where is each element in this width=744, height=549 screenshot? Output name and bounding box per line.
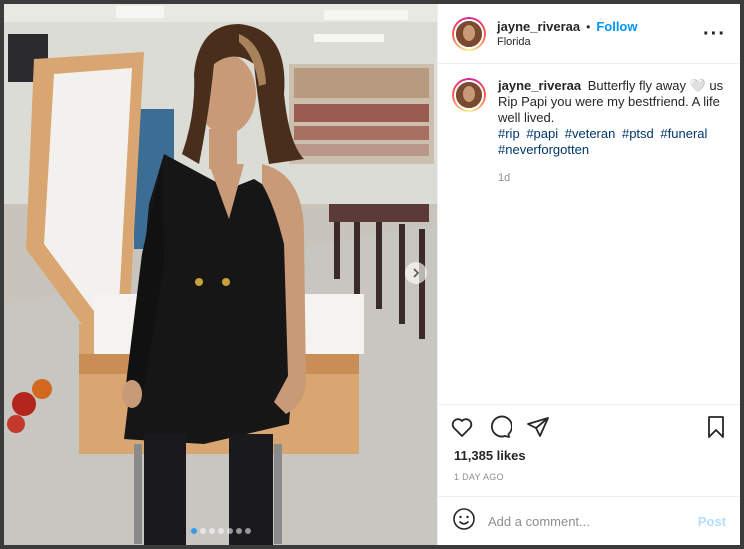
add-comment-bar: Post — [438, 497, 740, 545]
post-photo[interactable] — [4, 4, 437, 545]
avatar[interactable] — [452, 16, 486, 51]
carousel-dots — [4, 528, 437, 534]
more-options-icon[interactable]: ··· — [703, 24, 726, 44]
separator-dot: • — [586, 19, 591, 34]
comment-bubble-icon[interactable] — [488, 415, 512, 439]
username-link[interactable]: jayne_riveraa — [497, 19, 580, 34]
caption-comment: jayne_riveraa Butterfly fly away 🤍 us Ri… — [452, 78, 726, 186]
carousel-dot — [208, 528, 215, 534]
carousel-dot — [190, 528, 197, 534]
bookmark-icon[interactable] — [704, 415, 728, 439]
hashtag-link[interactable]: #funeral — [660, 126, 707, 141]
carousel-next-button[interactable] — [405, 262, 427, 284]
photo-scene — [4, 4, 437, 545]
heart-icon[interactable] — [450, 415, 474, 439]
hashtag-link[interactable]: #neverforgotten — [498, 142, 589, 157]
carousel-dot — [217, 528, 224, 534]
hashtag-link[interactable]: #veteran — [565, 126, 616, 141]
caption-username-link[interactable]: jayne_riveraa — [498, 78, 581, 93]
hashtag-list: #rip #papi #veteran #ptsd #funeral #neve… — [498, 126, 726, 158]
hashtag-link[interactable]: #papi — [526, 126, 558, 141]
hashtag-link[interactable]: #rip — [498, 126, 520, 141]
caption-avatar[interactable] — [452, 78, 486, 112]
post-modal: jayne_riveraa • Follow Florida ··· jayne… — [4, 4, 740, 545]
carousel-dot — [235, 528, 242, 534]
comment-input[interactable] — [488, 513, 698, 529]
hashtag-link[interactable]: #ptsd — [622, 126, 654, 141]
chevron-right-icon — [413, 268, 420, 278]
like-count[interactable]: 11,385 likes — [438, 448, 740, 466]
comments-area: jayne_riveraa Butterfly fly away 🤍 us Ri… — [438, 64, 740, 404]
caption-text-block: jayne_riveraa Butterfly fly away 🤍 us Ri… — [498, 78, 726, 158]
carousel-dot — [226, 528, 233, 534]
carousel-dot — [199, 528, 206, 534]
post-date[interactable]: 1 DAY AGO — [438, 466, 740, 497]
location-link[interactable]: Florida — [497, 36, 703, 48]
comment-timestamp[interactable]: 1d — [498, 170, 726, 186]
post-sidebar: jayne_riveraa • Follow Florida ··· jayne… — [437, 4, 740, 545]
action-bar — [438, 404, 740, 448]
post-comment-button[interactable]: Post — [698, 514, 726, 529]
carousel-dot — [244, 528, 251, 534]
post-header: jayne_riveraa • Follow Florida ··· — [438, 4, 740, 64]
follow-button[interactable]: Follow — [596, 19, 637, 34]
avatar-image — [454, 18, 484, 49]
smiley-icon[interactable] — [452, 507, 476, 536]
avatar-image — [454, 80, 484, 110]
paper-plane-icon[interactable] — [526, 415, 550, 439]
